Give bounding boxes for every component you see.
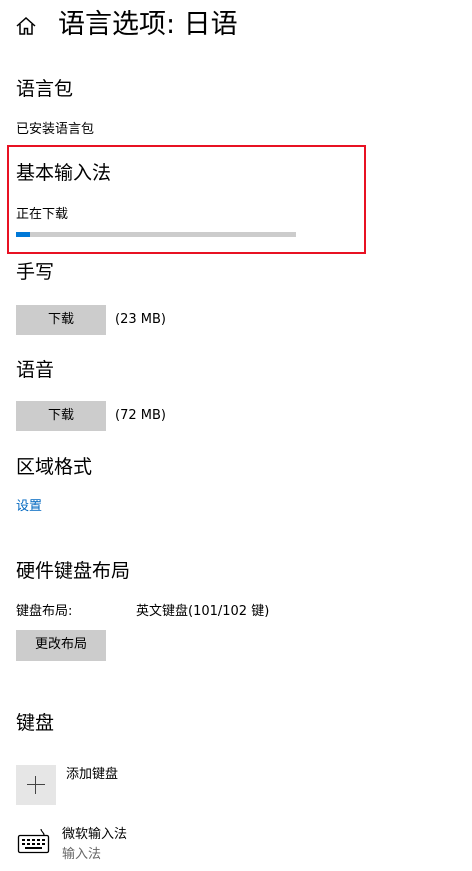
basic-typing-heading: 基本输入法 [16,162,112,184]
hardware-keyboard-heading: 硬件键盘布局 [16,560,131,582]
add-keyboard-label[interactable]: 添加键盘 [66,766,118,784]
add-keyboard-button[interactable] [16,765,56,805]
page-title: 语言选项: 日语 [58,9,238,40]
language-pack-heading: 语言包 [16,78,74,100]
home-button[interactable] [14,14,38,38]
keyboard-item-name[interactable]: 微软输入法 [62,826,127,844]
home-icon [16,16,36,35]
language-pack-status: 已安装语言包 [16,122,95,137]
basic-typing-status: 正在下载 [16,207,69,222]
speech-download-button[interactable]: 下载 [16,401,106,431]
speech-size: (72 MB) [115,408,166,423]
regional-format-settings-link[interactable]: 设置 [16,498,42,516]
keyboard-icon [17,828,50,854]
keyboard-layout-value: 英文键盘(101/102 键) [136,604,270,619]
speech-heading: 语音 [16,359,55,381]
regional-format-heading: 区域格式 [16,456,93,478]
plus-icon [27,784,45,785]
change-layout-button[interactable]: 更改布局 [16,630,106,661]
handwriting-download-button[interactable]: 下载 [16,305,106,335]
keyboard-item-type: 输入法 [62,847,102,862]
handwriting-size: (23 MB) [115,312,166,327]
keyboard-layout-label: 键盘布局: [16,604,73,619]
download-progress-fill [16,232,30,237]
handwriting-heading: 手写 [16,261,55,283]
plus-icon-vertical [35,776,36,794]
keyboards-heading: 键盘 [16,712,55,734]
download-progress-bar [16,232,296,237]
